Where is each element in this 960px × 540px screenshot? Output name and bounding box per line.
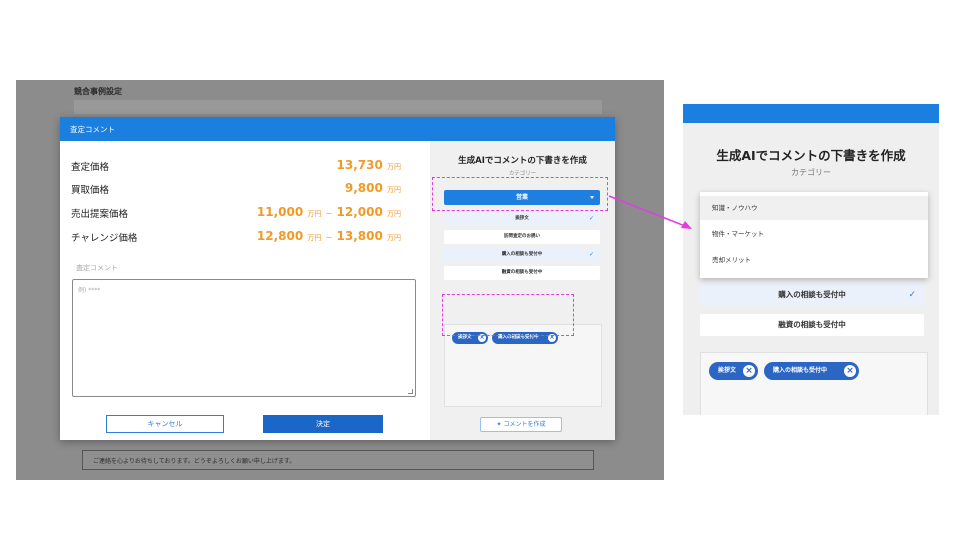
price-row-challenge: チャレンジ価格 12,800 万円 ~ 13,800 万円 (71, 229, 401, 245)
resize-handle-icon[interactable] (408, 389, 413, 394)
category-dropdown-menu: 知識・ノウハウ 物件・マーケット 売却メリット (700, 192, 928, 278)
zoom-option-loan-consult[interactable]: 融資の相談も受付中 (700, 314, 924, 336)
price-label: 売出提案価格 (71, 209, 129, 220)
price-row-assessment: 査定価格 13,730 万円 (71, 158, 401, 174)
create-comment-button[interactable]: ✦ コメントを作成 (480, 417, 562, 432)
menu-item-knowhow[interactable]: 知識・ノウハウ (700, 196, 928, 220)
price-row-purchase: 買取価格 9,800 万円 (71, 181, 401, 197)
price-range-value: 11,000 万円 ~ 12,000 万円 (256, 205, 401, 219)
comment-textarea[interactable]: 例) **** (72, 279, 416, 397)
option-greeting[interactable]: 挨拶文 ✓ (444, 212, 600, 226)
price-label: 買取価格 (71, 185, 110, 196)
option-label: 購入の相談も受付中 (501, 252, 543, 257)
price-range-value: 12,800 万円 ~ 13,800 万円 (256, 229, 401, 243)
screenshot-stage: 競合事例設定 ご連絡を心よりお待ちしております。どうぞよろしくお願い申し上げます… (0, 0, 960, 540)
zoom-option-purchase-consult[interactable]: 購入の相談も受付中 ✓ (700, 284, 924, 306)
zoom-tags-box: 挨拶文 × 購入の相談も受付中 × (700, 352, 928, 415)
comment-placeholder: 例) **** (78, 287, 101, 294)
price-row-listing-proposal: 売出提案価格 11,000 万円 ~ 12,000 万円 (71, 205, 401, 221)
modal-header: 査定コメント (60, 117, 615, 141)
close-icon[interactable]: × (844, 365, 856, 377)
ai-panel-title: 生成AIでコメントの下書きを作成 (458, 156, 587, 166)
selected-tags-box: 挨拶文 × 購入の相談も受付中 × (444, 324, 602, 407)
price-label: チャレンジ価格 (71, 233, 138, 244)
comment-label: 査定コメント (76, 264, 118, 272)
annotation-box-select (432, 177, 608, 211)
decide-button[interactable]: 決定 (263, 415, 383, 433)
check-icon: ✓ (588, 215, 594, 222)
zoom-title: 生成AIでコメントの下書きを作成 (716, 148, 906, 163)
zoom-category-label: カテゴリー (791, 168, 831, 177)
background-footer-text: ご連絡を心よりお待ちしております。どうぞよろしくお願い申し上げます。 (93, 458, 296, 465)
price-label: 査定価格 (71, 162, 110, 173)
menu-item-property-market[interactable]: 物件・マーケット (700, 222, 928, 246)
option-label: 融資の相談も受付中 (501, 270, 543, 275)
option-purchase-consult[interactable]: 購入の相談も受付中 ✓ (444, 248, 600, 262)
modal-title: 査定コメント (70, 125, 115, 134)
price-value: 13,730 万円 (336, 158, 402, 172)
annotation-box-tags (442, 294, 574, 336)
option-label: 挨拶文 (515, 216, 529, 221)
close-icon[interactable]: × (743, 365, 755, 377)
category-label: カテゴリー (508, 171, 537, 177)
section-title: 競合事例設定 (74, 87, 122, 96)
price-value: 9,800 万円 (344, 181, 401, 195)
background-footer-box: ご連絡を心よりお待ちしております。どうぞよろしくお願い申し上げます。 (82, 450, 594, 470)
sparkle-icon: ✦ (496, 421, 502, 428)
zoom-header (683, 104, 939, 123)
menu-item-sale-merit[interactable]: 売却メリット (700, 248, 928, 272)
option-loan-consult[interactable]: 融資の相談も受付中 (444, 266, 600, 280)
comment-modal: 査定コメント 査定価格 13,730 万円 買取価格 9,800 万円 売出提案… (60, 117, 615, 440)
check-icon: ✓ (908, 290, 916, 300)
option-label: 訪問査定のお誘い (504, 234, 540, 239)
cancel-button[interactable]: キャンセル (106, 415, 224, 433)
check-icon: ✓ (588, 251, 594, 258)
tag-chip: 購入の相談も受付中 × (764, 362, 859, 380)
tag-chip: 挨拶文 × (709, 362, 758, 380)
zoom-panel: 生成AIでコメントの下書きを作成 カテゴリー 購入の相談も受付中 ✓ 融資の相談… (683, 104, 939, 415)
option-visit-invite[interactable]: 訪問査定のお誘い (444, 230, 600, 244)
background-field (74, 100, 602, 114)
